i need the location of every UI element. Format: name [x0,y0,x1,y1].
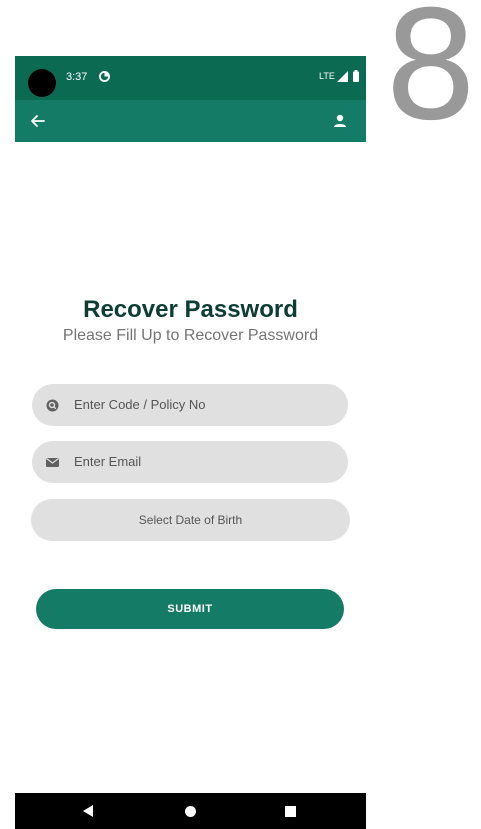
signal-icon [337,71,348,82]
code-policy-placeholder: Enter Code / Policy No [74,397,206,412]
phone-screen: 3:37 LTE Recover Password Please Fill Up… [15,56,366,829]
arrow-back-icon[interactable] [30,113,46,129]
nav-back-icon[interactable] [82,805,94,817]
mail-icon [46,458,59,467]
camera-cutout [28,69,56,97]
search-id-icon [46,399,59,412]
nav-home-icon[interactable] [185,806,196,817]
code-policy-input[interactable]: Enter Code / Policy No [32,384,348,426]
status-bar: 3:37 LTE [15,56,366,100]
app-bar [15,100,366,142]
network-type: LTE [319,71,335,81]
nav-recents-icon[interactable] [285,806,296,817]
submit-button[interactable]: SUBMIT [36,589,344,629]
battery-icon [353,70,359,82]
data-saver-icon [99,71,110,82]
email-input[interactable]: Enter Email [32,441,348,483]
corner-number-label: 8 [383,0,479,154]
system-nav-bar [15,793,366,829]
page-subtitle: Please Fill Up to Recover Password [62,327,319,344]
person-icon[interactable] [332,113,348,129]
date-of-birth-picker[interactable]: Select Date of Birth [31,499,350,541]
status-time: 3:37 [66,71,88,83]
email-placeholder: Enter Email [74,454,142,469]
page-title: Recover Password [83,296,298,323]
